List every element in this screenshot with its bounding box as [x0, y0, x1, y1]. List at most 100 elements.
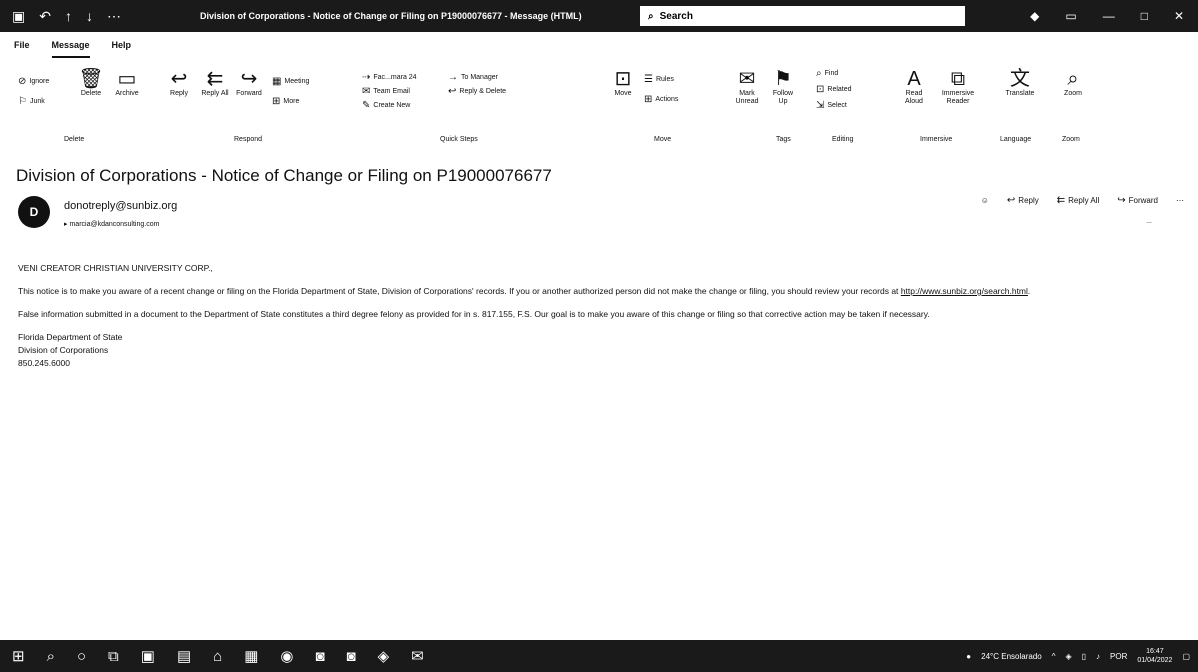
- paragraph-notice: This notice is to make you aware of a re…: [18, 286, 1031, 296]
- rules-button[interactable]: ☰ Rules: [644, 74, 674, 85]
- search-placeholder: Search: [659, 10, 693, 22]
- actions-button[interactable]: ⊞ Actions: [644, 94, 678, 105]
- notification-icon[interactable]: ▢: [1182, 652, 1190, 661]
- meeting-button[interactable]: ▦ Meeting: [272, 76, 309, 87]
- quickstep-reply-delete[interactable]: ↩ Reply & Delete: [448, 86, 506, 97]
- app-icon-3[interactable]: ⌂: [213, 648, 222, 665]
- calendar-icon: ▦: [272, 76, 282, 87]
- signature-line-2: Division of Corporations: [18, 345, 109, 355]
- search-input[interactable]: ⌕ Search: [640, 6, 965, 26]
- reply-all-button[interactable]: ⇇ Reply All: [200, 68, 230, 98]
- reply-action-icon: ↩: [1006, 195, 1016, 206]
- coming-soon-icon[interactable]: ◆: [1030, 9, 1039, 23]
- forward-button[interactable]: ↪ Forward: [232, 68, 266, 98]
- immersive-reader-button[interactable]: ⧉ Immersive Reader: [936, 68, 980, 105]
- delete-group-label: Delete: [64, 136, 85, 143]
- more-icon[interactable]: ⋯: [107, 8, 121, 25]
- read-aloud-button[interactable]: A Read Aloud: [896, 68, 932, 105]
- app-icon-4[interactable]: ▦: [244, 647, 258, 665]
- related-icon: ⊡: [816, 84, 825, 95]
- ignore-button[interactable]: ⊘ Ignore: [18, 76, 49, 87]
- reply-delete-icon: ↩: [448, 86, 457, 97]
- language-group-label: Language: [1000, 136, 1032, 143]
- weather-icon: ●: [966, 651, 972, 661]
- weather-text[interactable]: 24°C Ensolarado: [981, 652, 1042, 661]
- sunbiz-link[interactable]: http://www.sunbiz.org/search.html: [901, 286, 1028, 296]
- app-icon-5[interactable]: ◙: [315, 648, 324, 665]
- reply-button[interactable]: ↩ Reply: [164, 68, 194, 98]
- speaker-icon[interactable]: ♪: [1096, 652, 1100, 661]
- read-aloud-icon: A: [907, 68, 921, 90]
- close-button[interactable]: ✕: [1174, 9, 1184, 23]
- tray-chevron-icon[interactable]: ^: [1052, 652, 1056, 661]
- menu-bar: File Message Help: [0, 40, 131, 58]
- select-button[interactable]: ⇲ Select: [816, 100, 847, 111]
- chrome-icon[interactable]: ◉: [280, 647, 293, 665]
- taskbar-search-icon[interactable]: ⌕: [47, 648, 55, 665]
- select-icon: ⇲: [816, 100, 825, 111]
- delete-button[interactable]: 🗑 Delete: [76, 68, 106, 98]
- follow-up-button[interactable]: ⚑ Follow Up: [768, 68, 798, 105]
- message-actions: ☺ ↩ Reply ⇇ Reply All ↪ Forward ⋯: [981, 195, 1184, 206]
- move-button[interactable]: ⊡ Move: [608, 68, 638, 98]
- archive-button[interactable]: ▭ Archive: [110, 68, 144, 98]
- cortana-icon[interactable]: ○: [77, 648, 86, 665]
- start-icon[interactable]: ⊞: [12, 647, 25, 665]
- reply-all-icon: ⇇: [206, 68, 224, 90]
- reply-icon: ↩: [170, 68, 188, 90]
- sender-address[interactable]: donotreply@sunbiz.org: [64, 200, 177, 212]
- mark-unread-button[interactable]: ✉ Mark Unread: [730, 68, 764, 105]
- restore-layout-icon[interactable]: ▭: [1065, 9, 1076, 23]
- flag-icon: ⚑: [774, 68, 792, 90]
- related-button[interactable]: ⊡ Related: [816, 84, 852, 95]
- app-icon-2[interactable]: ▤: [177, 647, 191, 665]
- maximize-button[interactable]: □: [1141, 9, 1148, 23]
- title-bar: ▣ ↶ ↑ ↓ ⋯ Division of Corporations - Not…: [0, 0, 1198, 32]
- move-icon: ⊡: [614, 68, 632, 90]
- menu-help[interactable]: Help: [112, 40, 132, 58]
- down-icon[interactable]: ↓: [86, 8, 93, 24]
- junk-button[interactable]: ⚐ Junk: [18, 96, 45, 107]
- menu-file[interactable]: File: [14, 40, 30, 58]
- team-email-icon: ✉: [362, 86, 371, 97]
- message-subject: Division of Corporations - Notice of Cha…: [16, 166, 552, 185]
- quickstep-1[interactable]: ⇢ Fac...mara 24: [362, 72, 417, 83]
- clock[interactable]: 16:47 01/04/2022: [1137, 647, 1172, 665]
- paragraph-warning: False information submitted in a documen…: [18, 309, 930, 319]
- up-icon[interactable]: ↑: [65, 8, 72, 24]
- trash-icon: 🗑: [78, 68, 104, 90]
- app-icon-1[interactable]: ▣: [141, 647, 155, 665]
- junk-icon: ⚐: [18, 96, 27, 107]
- quickstep-create-new[interactable]: ✎ Create New: [362, 100, 410, 111]
- emoji-react-icon[interactable]: ☺: [981, 196, 989, 205]
- battery-icon[interactable]: ▯: [1082, 652, 1086, 661]
- translate-button[interactable]: 文 Translate: [1000, 68, 1040, 98]
- outlook-icon[interactable]: ✉: [411, 647, 424, 665]
- signature: Florida Department of State Division of …: [18, 331, 1188, 370]
- quickstep-to-manager[interactable]: → To Manager: [448, 72, 498, 83]
- minimize-button[interactable]: —: [1103, 9, 1115, 23]
- editing-group-label: Editing: [832, 136, 854, 143]
- zoom-button[interactable]: ⌕ Zoom: [1058, 68, 1088, 98]
- app-icon-7[interactable]: ◈: [378, 647, 390, 665]
- app-icon-6[interactable]: ◙: [347, 648, 356, 665]
- save-icon[interactable]: ▣: [12, 8, 25, 25]
- menu-message[interactable]: Message: [51, 40, 90, 58]
- zoom-icon: ⌕: [1067, 68, 1079, 90]
- more-respond-icon: ⊞: [272, 96, 281, 107]
- reply-action[interactable]: ↩ Reply: [1007, 195, 1039, 206]
- language-indicator[interactable]: POR: [1110, 652, 1127, 661]
- respond-group-label: Respond: [234, 136, 263, 143]
- more-actions-icon[interactable]: ⋯: [1176, 196, 1184, 205]
- more-respond-button[interactable]: ⊞ More: [272, 96, 299, 107]
- forward-action[interactable]: ↪ Forward: [1117, 195, 1158, 206]
- network-icon[interactable]: ◈: [1065, 652, 1071, 661]
- task-view-icon[interactable]: ⧉: [108, 648, 119, 665]
- find-button[interactable]: ⌕ Find: [816, 68, 838, 79]
- quickstep-team-email[interactable]: ✉ Team Email: [362, 86, 410, 97]
- undo-icon[interactable]: ↶: [39, 8, 51, 25]
- reply-all-action[interactable]: ⇇ Reply All: [1057, 195, 1100, 206]
- search-icon: ⌕: [648, 10, 654, 22]
- avatar[interactable]: D: [18, 196, 50, 228]
- translate-icon: 文: [1010, 68, 1030, 90]
